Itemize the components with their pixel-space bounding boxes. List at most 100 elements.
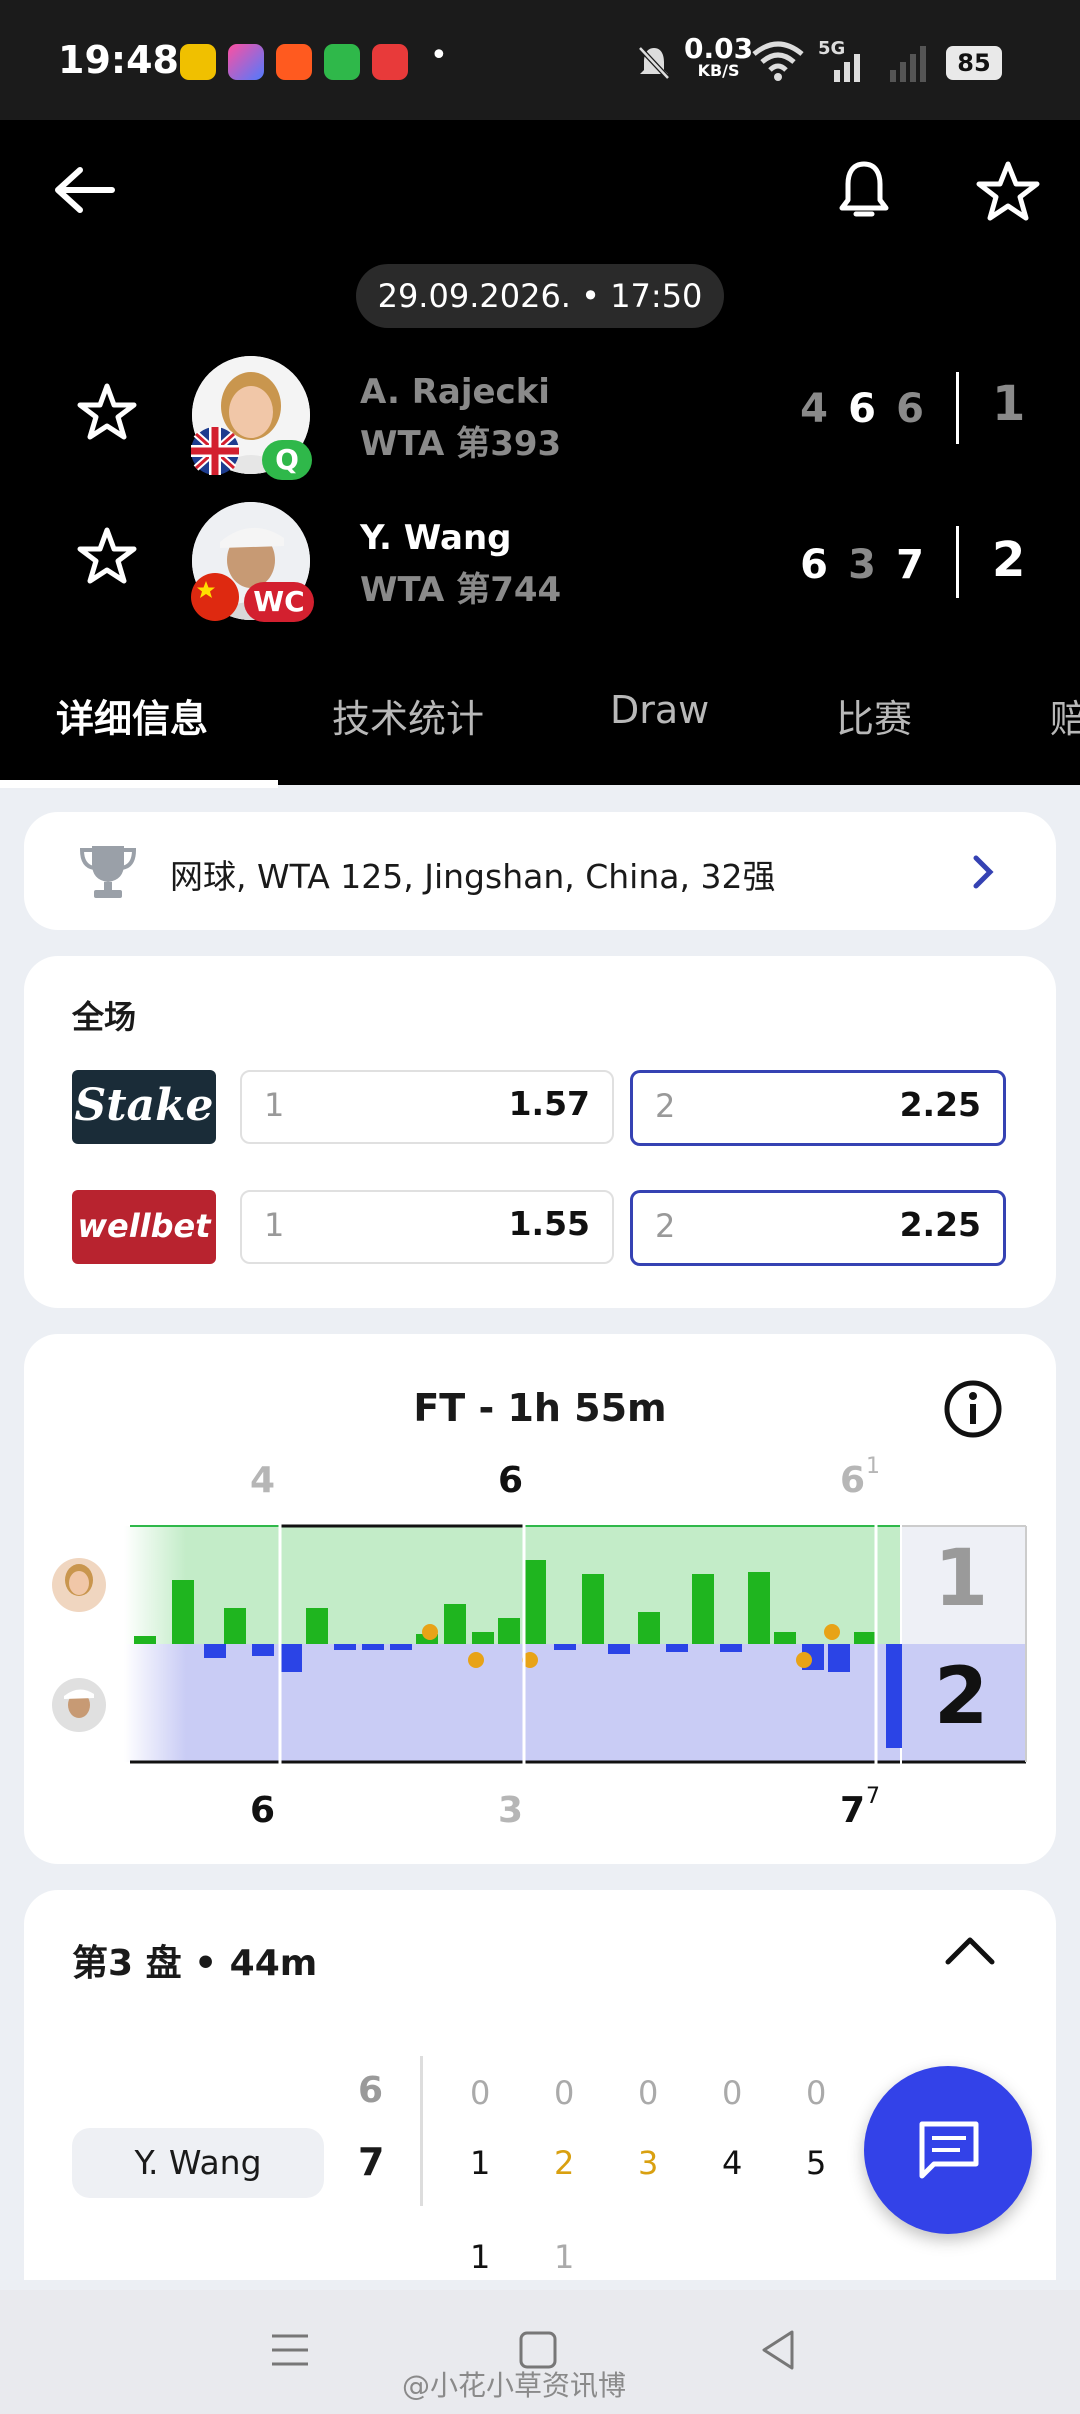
odds-away-button[interactable]: 2 2.25 (630, 1190, 1006, 1266)
signal-icon (834, 46, 926, 82)
player2-favorite-star-icon[interactable] (76, 526, 138, 586)
momentum-set1-bottom: 6 (250, 1790, 276, 1831)
momentum-bar (854, 1632, 876, 1644)
player2-sets-won: 2 (992, 532, 1026, 588)
net-speed-value: 0.03 (684, 32, 754, 65)
player2-momentum-area (124, 1644, 900, 1762)
wellbet-logo[interactable]: wellbet (72, 1190, 216, 1264)
player1-sets-won: 1 (992, 376, 1026, 432)
player-point: 3 (638, 2144, 659, 2182)
odds-home-button[interactable]: 1 1.55 (240, 1190, 614, 1264)
odds-key: 1 (264, 1206, 285, 1244)
watermark: @小花小草资讯博 (402, 2369, 627, 2402)
momentum-sets-player2: 2 (934, 1652, 989, 1742)
player2-set3: 7 (896, 542, 924, 588)
momentum-bar (280, 1644, 302, 1672)
player1-set3: 6 (896, 386, 924, 432)
odds-value: 1.57 (508, 1084, 590, 1123)
chat-button[interactable] (864, 2066, 1032, 2234)
momentum-bar (666, 1644, 688, 1652)
odds-value: 2.25 (899, 1205, 981, 1244)
odds-value: 2.25 (899, 1085, 981, 1124)
player2-set2: 3 (848, 542, 876, 588)
momentum-bar (498, 1618, 520, 1644)
app-icon (372, 44, 408, 80)
uk-flag-icon (191, 427, 239, 475)
player2-name[interactable]: Y. Wang (360, 518, 512, 558)
odds-title: 全场 (72, 998, 137, 1036)
momentum-bar (390, 1644, 412, 1650)
tournament-card[interactable]: 网球, WTA 125, Jingshan, China, 32强 (24, 812, 1056, 930)
china-flag-icon (191, 573, 239, 621)
momentum-set2-bottom: 3 (498, 1790, 524, 1831)
match-datetime: 29.09.2026. • 17:50 (356, 264, 724, 328)
opp-point: 0 (722, 2074, 743, 2112)
momentum-bar (172, 1580, 194, 1644)
momentum-bar (334, 1644, 356, 1650)
opp-point: 0 (554, 2074, 575, 2112)
battery-indicator: 85 (946, 46, 1002, 80)
mute-bell-icon (638, 46, 670, 80)
momentum-bar (362, 1644, 384, 1650)
back-arrow-icon[interactable] (50, 164, 116, 216)
weibo-app-icon (180, 44, 216, 80)
momentum-bar (638, 1612, 660, 1644)
momentum-bar (444, 1604, 466, 1644)
notification-bell-icon[interactable] (836, 158, 892, 224)
momentum-card: FT - 1h 55m 4 6 6 1 1 2 6 3 7 7 (24, 1334, 1056, 1864)
break-point-marker (824, 1624, 840, 1640)
trophy-icon (79, 846, 137, 898)
tab-statistics[interactable]: 技术统计 (332, 688, 484, 743)
momentum-bar (692, 1574, 714, 1644)
odds-value: 1.55 (508, 1204, 590, 1243)
tab-draw[interactable]: Draw (610, 688, 709, 732)
odds-away-button[interactable]: 2 2.25 (630, 1070, 1006, 1146)
player1-set2: 6 (848, 386, 876, 432)
player2-rank: WTA 第744 (360, 570, 562, 610)
momentum-tiebreak-bottom: 7 (866, 1784, 880, 1809)
active-tab-indicator (0, 780, 278, 788)
net-speed: 0.03 KB/S (684, 32, 754, 82)
back-icon[interactable] (758, 2328, 798, 2372)
momentum-bar (134, 1636, 156, 1644)
app-icon (228, 44, 264, 80)
momentum-bar (472, 1632, 494, 1644)
menu-icon[interactable] (270, 2330, 310, 2370)
momentum-bar (720, 1644, 742, 1652)
momentum-set3-bottom: 7 (840, 1790, 866, 1831)
status-bar: 19:48 • 0.03 KB/S 5G 85 (0, 0, 1080, 120)
momentum-sets-player1: 1 (934, 1534, 989, 1624)
player-point: 1 (470, 2144, 491, 2182)
odds-key: 1 (264, 1086, 285, 1124)
break-point-marker (422, 1624, 438, 1640)
break-point-marker (796, 1652, 812, 1668)
chevron-right-icon (973, 855, 994, 889)
tab-matches[interactable]: 比赛 (836, 688, 912, 743)
stake-logo[interactable]: Stake (72, 1070, 216, 1144)
wifi-icon (752, 41, 804, 81)
momentum-bar (252, 1644, 274, 1656)
player-point: 5 (806, 2144, 827, 2182)
score-divider (956, 526, 959, 598)
favorite-star-icon[interactable] (976, 160, 1040, 222)
taobao-app-icon (276, 44, 312, 80)
player1-rank: WTA 第393 (360, 424, 562, 464)
extra-point: 1 (470, 2238, 491, 2276)
tab-odds[interactable]: 赔 (1050, 688, 1080, 743)
odds-home-button[interactable]: 1 1.57 (240, 1070, 614, 1144)
status-time: 19:48 (58, 38, 179, 82)
tab-details[interactable]: 详细信息 (56, 688, 208, 743)
tournament-label: 网球, WTA 125, Jingshan, China, 32强 (170, 857, 776, 896)
player1-mini-avatar (52, 1558, 106, 1612)
player-point: 2 (554, 2144, 575, 2182)
match-header: 29.09.2026. • 17:50 Q A. Rajecki WTA 第39… (0, 120, 1080, 785)
odds-key: 2 (655, 1207, 676, 1245)
shield-app-icon (324, 44, 360, 80)
qualifier-badge: Q (262, 440, 312, 480)
player1-name[interactable]: A. Rajecki (360, 372, 550, 412)
player1-favorite-star-icon[interactable] (76, 382, 138, 442)
opp-point: 0 (806, 2074, 827, 2112)
momentum-bar (582, 1574, 604, 1644)
momentum-chart (124, 1502, 1027, 1790)
player2-mini-avatar (52, 1678, 106, 1732)
